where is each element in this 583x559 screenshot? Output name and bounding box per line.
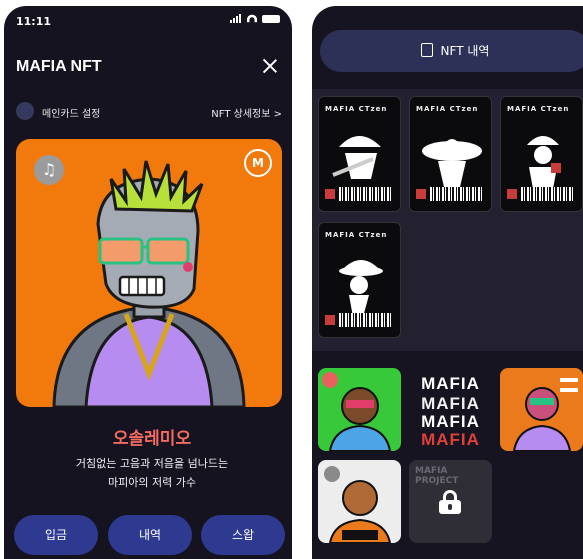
status-time: 11:11	[16, 15, 52, 28]
card-title: MAFIA CTzen	[325, 231, 388, 239]
lock-icon	[439, 490, 461, 514]
wifi-icon	[246, 14, 258, 23]
nft-artwork: ♫ M	[16, 139, 282, 407]
document-icon	[420, 43, 433, 57]
nft-detail-link[interactable]: NFT 상세정보 >	[211, 105, 282, 120]
barcode	[430, 187, 482, 201]
phone-right: NFT 내역 MAFIA CTzen MAFIA CTzen MAFIA CTz…	[312, 6, 583, 559]
nft-history-label: NFT 내역	[440, 44, 490, 58]
thumbnail-text: MAFIA	[421, 430, 480, 449]
page-title: MAFIA NFT	[16, 58, 102, 75]
nft-card[interactable]: MAFIA CTzen	[318, 222, 401, 338]
nft-thumbnail[interactable]	[318, 460, 401, 543]
main-card-label[interactable]: 메인카드 설정	[42, 105, 100, 120]
card-title: MAFIA CTzen	[507, 105, 570, 113]
nft-thumbnail[interactable]	[500, 368, 583, 451]
main-card-toggle[interactable]	[16, 102, 34, 120]
nft-card[interactable]: MAFIA CTzen	[500, 96, 583, 212]
thumbnail-text: MAFIA	[421, 412, 480, 431]
card-tag	[325, 315, 335, 325]
phone-left: 11:11 MAFIA NFT 메인카드 설정 NFT 상세정보 > ♫ M 오…	[4, 6, 292, 559]
nft-thumbnail[interactable]	[318, 368, 401, 451]
locked-nft-thumbnail[interactable]: MAFIA PROJECT	[409, 460, 492, 543]
main-card-row: 메인카드 설정 NFT 상세정보 >	[16, 102, 282, 122]
nft-card[interactable]: MAFIA CTzen	[409, 96, 492, 212]
barcode	[339, 187, 391, 201]
status-bar: 11:11	[4, 6, 292, 36]
nft-card[interactable]: MAFIA CTzen	[318, 96, 401, 212]
nft-thumbnail[interactable]: MAFIA MAFIA MAFIA MAFIA	[409, 368, 492, 451]
card-title: MAFIA CTzen	[325, 105, 388, 113]
locked-thumbnail-text: MAFIA PROJECT	[415, 466, 459, 486]
barcode	[339, 313, 391, 327]
thumbnail-text: MAFIA	[421, 374, 480, 393]
history-button[interactable]: 내역	[108, 515, 192, 555]
thumbnail-text: MAFIA	[421, 394, 480, 413]
card-title: MAFIA CTzen	[416, 105, 479, 113]
nft-history-button[interactable]: NFT 내역	[320, 30, 583, 72]
thumbnail-illustration	[324, 466, 392, 543]
music-note-icon[interactable]: ♫	[34, 155, 64, 185]
card-tag	[507, 189, 517, 199]
character-name: 오솔레미오	[112, 429, 192, 449]
character-description-line1: 거침없는 고음과 저음을 넘나드는	[75, 457, 229, 470]
character-description-line2: 마피아의 저력 가수	[108, 476, 196, 489]
deposit-button[interactable]: 입금	[14, 515, 98, 555]
thumbnail-illustration	[322, 372, 392, 451]
status-icons	[230, 14, 280, 23]
barcode	[521, 187, 573, 201]
card-tag	[416, 189, 426, 199]
thumbnail-illustration	[512, 378, 578, 451]
signal-icon	[230, 14, 242, 23]
battery-icon	[262, 14, 280, 23]
mafia-logo-icon: M	[244, 149, 272, 177]
card-tag	[325, 189, 335, 199]
swap-button[interactable]: 스왑	[201, 515, 285, 555]
close-icon[interactable]	[262, 58, 278, 74]
